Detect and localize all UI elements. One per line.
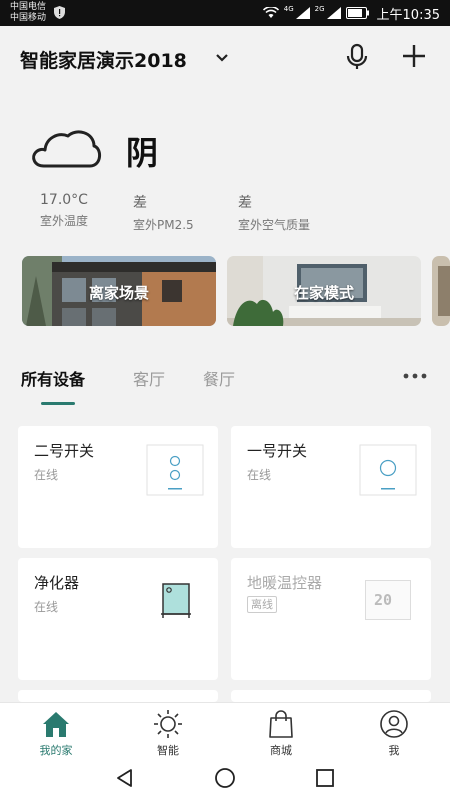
system-navigation-bar — [0, 756, 450, 800]
more-icon[interactable] — [402, 372, 428, 380]
signal-2-icon — [326, 7, 341, 19]
carrier-info: 中国电信 中国移动 — [10, 2, 46, 24]
cloud-icon — [32, 130, 101, 168]
clock: 上午10:35 — [376, 7, 440, 23]
carrier-2: 中国移动 — [10, 13, 47, 23]
device-card-switch-2[interactable]: 二号开关 在线 — [18, 426, 218, 548]
add-icon[interactable] — [400, 42, 428, 70]
purifier-icon — [161, 583, 191, 618]
bag-icon — [269, 710, 293, 738]
tab-living-room[interactable]: 客厅 — [133, 366, 165, 390]
outdoor-temperature: 17.0°C 室外温度 — [40, 192, 88, 229]
device-name: 一号开关 — [247, 442, 308, 460]
app-header: 智能家居演示2018 — [0, 26, 450, 88]
nav-store[interactable]: 商城 — [246, 707, 316, 757]
stat-value: 差 — [238, 195, 252, 211]
scene-card-leave-home[interactable]: 离家场景 — [22, 256, 216, 326]
battery-icon — [345, 7, 369, 19]
device-status: 在线 — [34, 468, 59, 482]
device-status: 在线 — [34, 600, 59, 614]
device-card-partial-right[interactable] — [231, 690, 431, 702]
outdoor-air-quality: 差 室外空气质量 — [238, 192, 310, 233]
nav-smart[interactable]: 智能 — [133, 707, 203, 757]
single-switch-icon — [359, 444, 417, 496]
stat-value: 17.0°C — [40, 192, 88, 208]
tab-all-devices[interactable]: 所有设备 — [21, 366, 85, 390]
microphone-icon[interactable] — [344, 43, 370, 71]
stat-value: 差 — [133, 195, 147, 211]
tab-dining-room[interactable]: 餐厅 — [203, 366, 235, 390]
scene-card-at-home[interactable]: 在家模式 — [227, 256, 421, 326]
network-2-label: 2G — [314, 5, 325, 13]
device-card-purifier[interactable]: 净化器 在线 — [18, 558, 218, 680]
user-icon — [380, 710, 408, 738]
home-selector-title[interactable]: 智能家居演示2018 — [20, 46, 187, 73]
status-bar: 中国电信 中国移动 4G 2G 上午10:35 — [0, 0, 450, 26]
device-card-switch-1[interactable]: 一号开关 在线 — [231, 426, 431, 548]
stat-label: 室外空气质量 — [238, 218, 311, 232]
device-name: 二号开关 — [34, 442, 95, 460]
device-card-partial-left[interactable] — [18, 690, 218, 702]
recent-apps-icon[interactable] — [313, 766, 337, 790]
stat-label: 室外温度 — [40, 214, 89, 228]
active-tab-indicator — [41, 402, 75, 405]
double-switch-icon — [146, 444, 204, 496]
scene-card-partial[interactable] — [432, 256, 450, 326]
wifi-icon — [262, 7, 279, 18]
bottom-navigation: 我的家 智能 商城 我 — [0, 702, 450, 757]
device-name: 净化器 — [34, 574, 80, 592]
scene-label: 离家场景 — [88, 284, 149, 302]
scene-label: 在家模式 — [293, 284, 354, 302]
weather-condition: 阴 — [126, 134, 159, 172]
status-indicators: 4G 2G 上午10:35 — [262, 4, 440, 23]
device-card-thermostat[interactable]: 地暖温控器 离线 20 — [231, 558, 431, 680]
outdoor-pm25: 差 室外PM2.5 — [133, 192, 194, 233]
thermostat-icon: 20 — [365, 580, 411, 620]
sun-icon — [154, 710, 182, 738]
scene-photo-partial — [432, 256, 450, 326]
back-icon[interactable] — [113, 766, 137, 790]
stat-label: 室外PM2.5 — [133, 218, 194, 232]
nav-my-home[interactable]: 我的家 — [21, 707, 91, 757]
device-status-offline-badge: 离线 — [247, 596, 277, 613]
thermostat-display: 20 — [374, 591, 393, 609]
nav-me[interactable]: 我 — [359, 707, 429, 757]
signal-1-icon — [295, 7, 310, 19]
home-button-icon[interactable] — [213, 766, 237, 790]
device-status: 在线 — [247, 468, 272, 482]
device-name: 地暖温控器 — [247, 574, 323, 592]
carrier-1: 中国电信 — [10, 2, 47, 12]
shield-icon — [54, 6, 65, 19]
network-1-label: 4G — [283, 5, 294, 13]
chevron-down-icon[interactable] — [214, 52, 230, 64]
home-icon — [43, 712, 69, 737]
